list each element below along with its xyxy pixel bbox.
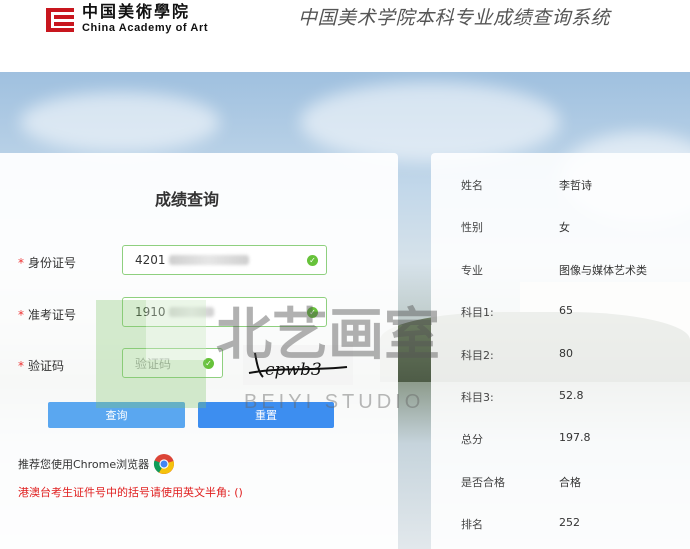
result-label-subject3: 科目3: xyxy=(461,391,494,404)
result-label-subject1: 科目1: xyxy=(461,306,494,319)
hk-macau-taiwan-tip: 港澳台考生证件号中的括号请使用英文半角: () xyxy=(18,486,243,499)
result-label-subject2: 科目2: xyxy=(461,349,494,362)
chrome-icon xyxy=(154,454,175,474)
logo-chinese-name: 中国美術學院 xyxy=(82,2,191,21)
browser-recommendation: 推荐您使用Chrome浏览器 xyxy=(18,453,175,475)
result-label-total: 总分 xyxy=(461,433,483,446)
result-value-gender: 女 xyxy=(559,221,570,234)
captcha-text: cpwb3 xyxy=(265,360,322,380)
result-value-total: 197.8 xyxy=(559,431,591,444)
site-title: 中国美术学院本科专业成绩查询系统 xyxy=(298,7,611,29)
exam-number-input[interactable]: 1910 ✓ xyxy=(122,297,327,327)
reset-button[interactable]: 重置 xyxy=(198,402,334,428)
valid-check-icon: ✓ xyxy=(307,307,318,318)
result-value-subject1: 65 xyxy=(559,304,573,317)
result-value-qualified: 合格 xyxy=(559,476,581,489)
result-value-rank: 252 xyxy=(559,516,580,529)
result-value-name: 李哲诗 xyxy=(559,179,592,192)
id-number-input[interactable]: 4201 ✓ xyxy=(122,245,327,275)
query-button[interactable]: 查询 xyxy=(48,402,185,428)
captcha-label: * 验证码 xyxy=(18,359,65,373)
captcha-input[interactable]: 验证码 ✓ xyxy=(122,348,223,378)
valid-check-icon: ✓ xyxy=(203,358,214,369)
header: 中国美術學院 China Academy of Art 中国美术学院本科专业成绩… xyxy=(0,0,690,72)
result-value-major: 图像与媒体艺术类 xyxy=(559,264,647,277)
form-title: 成绩查询 xyxy=(155,190,220,209)
result-value-subject3: 52.8 xyxy=(559,389,584,402)
result-label-rank: 排名 xyxy=(461,518,483,531)
exam-number-label: * 准考证号 xyxy=(18,308,77,322)
school-logo-icon xyxy=(46,6,74,32)
valid-check-icon: ✓ xyxy=(307,255,318,266)
result-value-subject2: 80 xyxy=(559,347,573,360)
result-label-qualified: 是否合格 xyxy=(461,476,505,489)
logo-english-name: China Academy of Art xyxy=(82,22,209,34)
result-label-major: 专业 xyxy=(461,264,483,277)
captcha-image[interactable]: cpwb3 xyxy=(243,345,353,385)
result-label-gender: 性别 xyxy=(461,221,483,234)
school-logo[interactable]: 中国美術學院 China Academy of Art xyxy=(46,4,208,34)
result-label-name: 姓名 xyxy=(461,179,483,192)
id-number-label: * 身份证号 xyxy=(18,256,77,270)
